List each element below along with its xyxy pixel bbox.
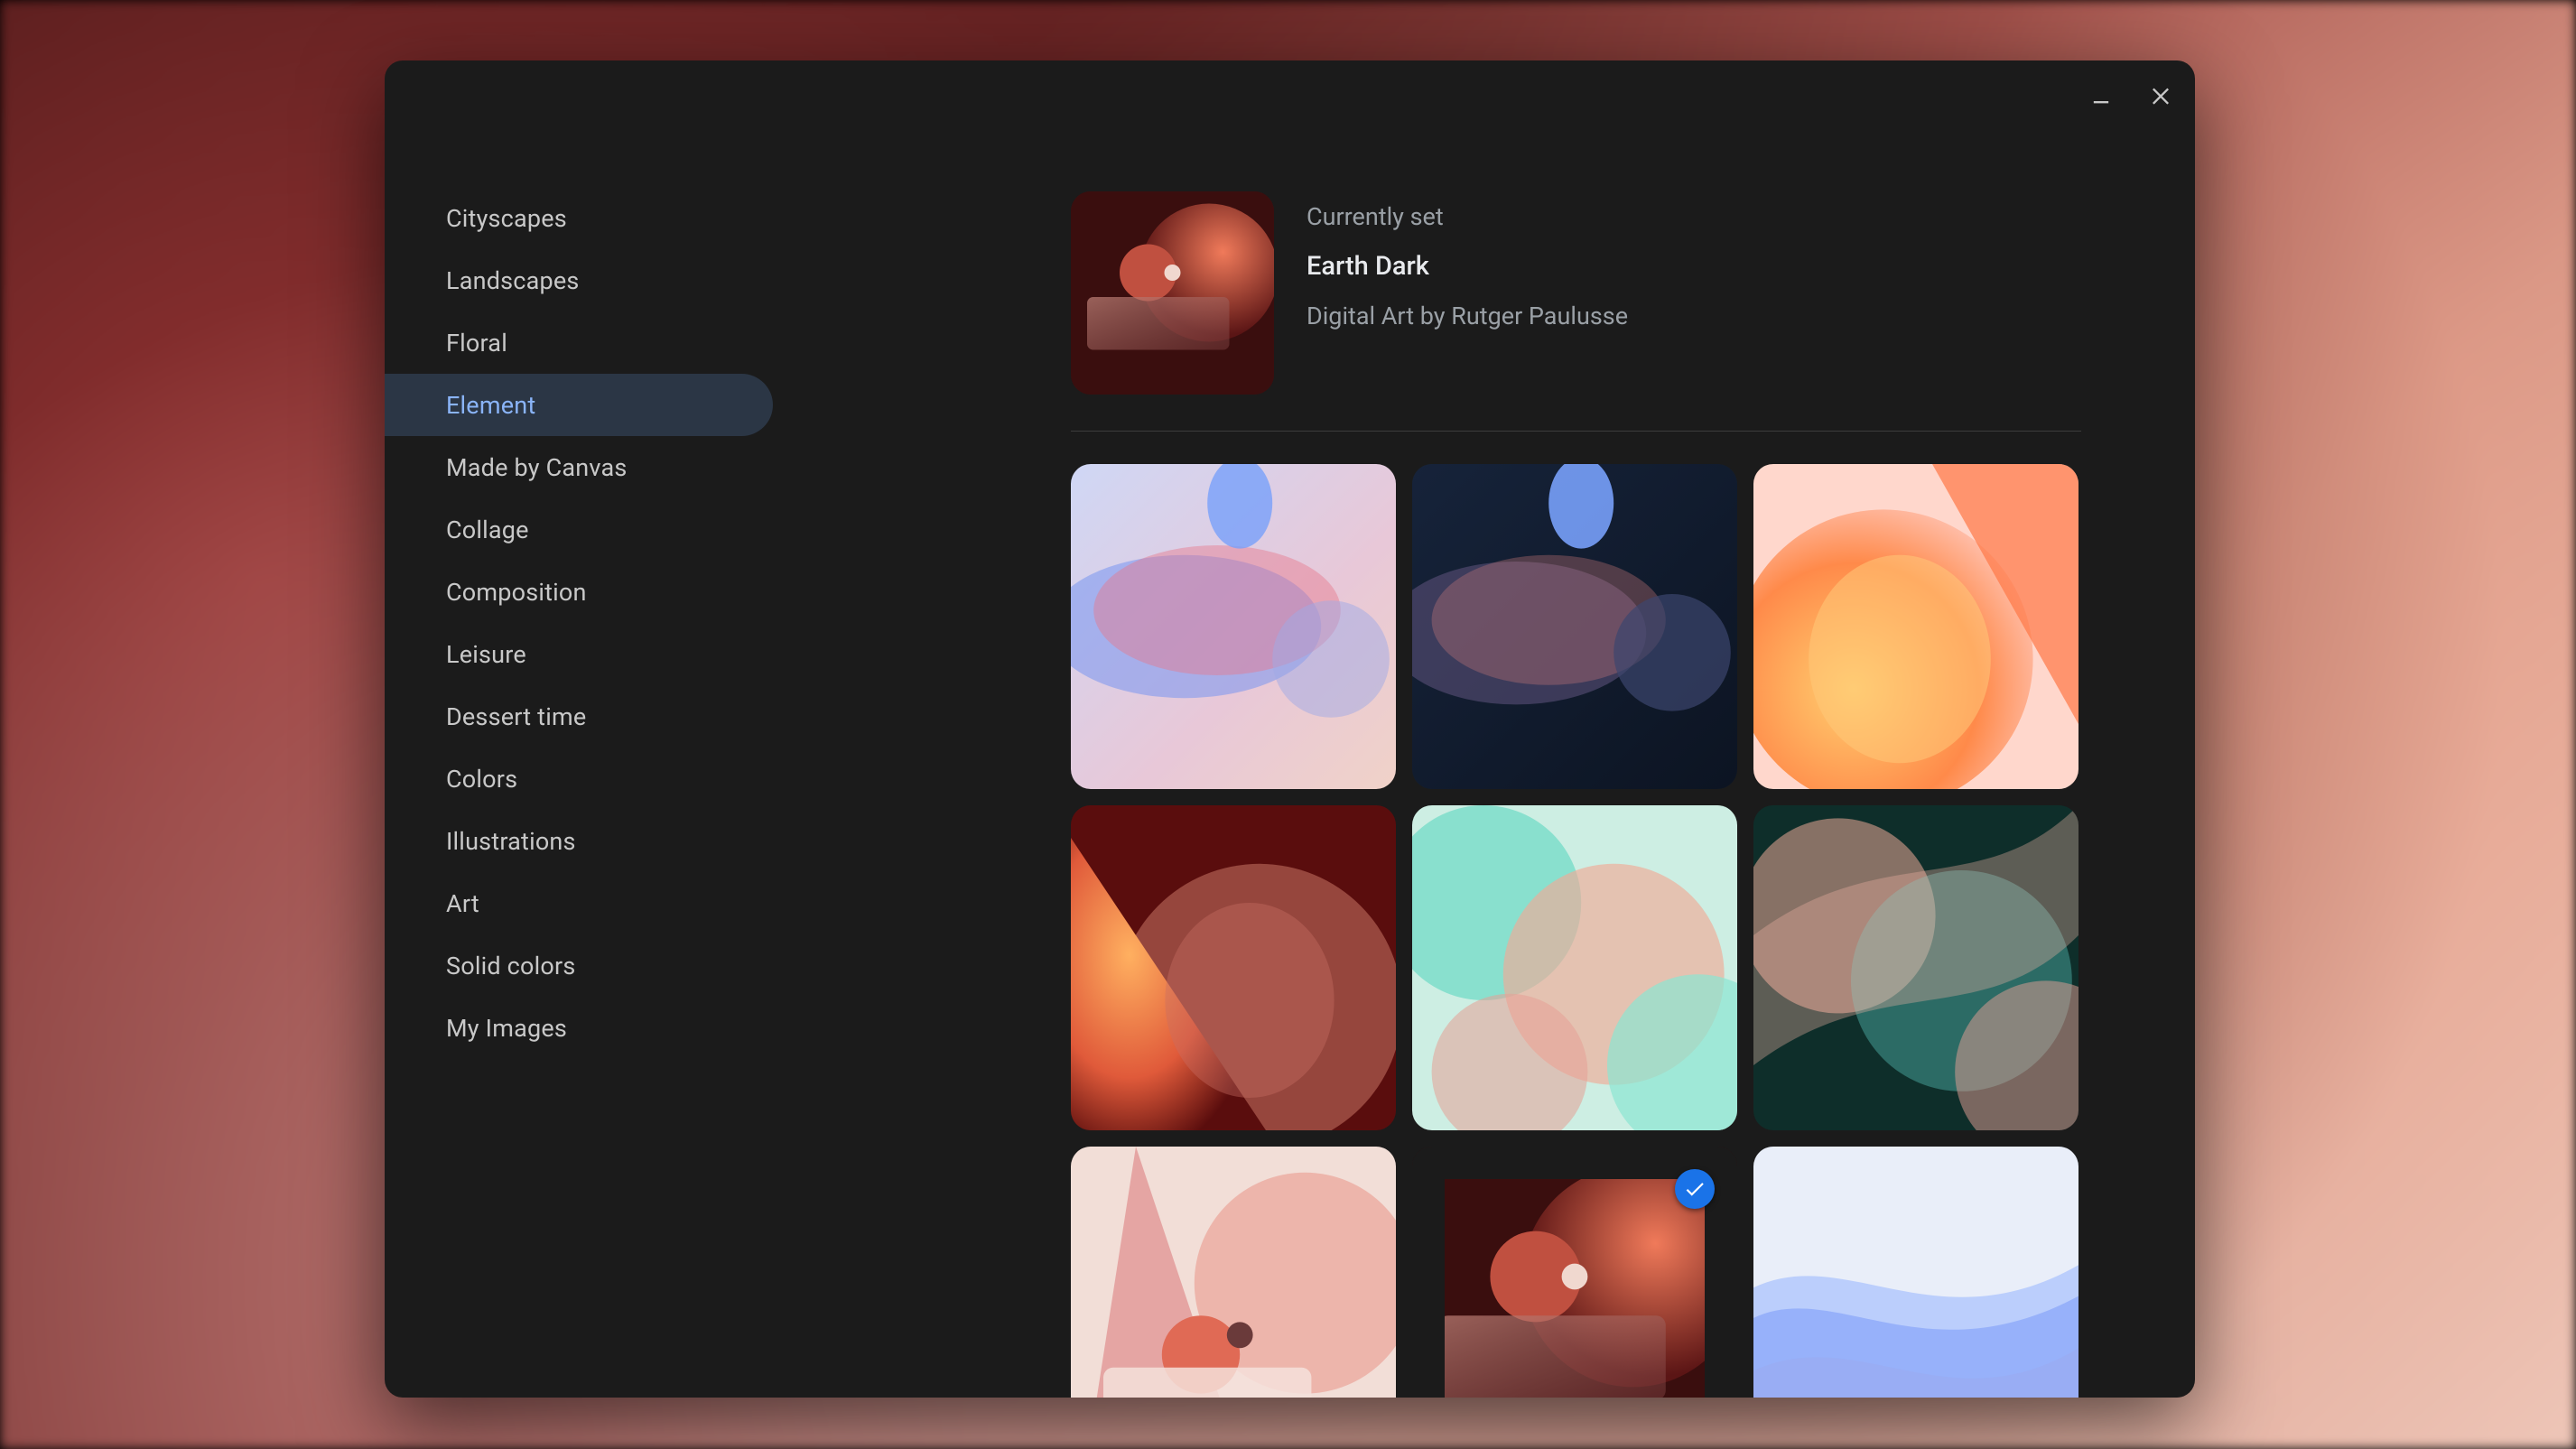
sidebar-item-label: Cityscapes — [446, 204, 567, 233]
window-titlebar — [2085, 79, 2177, 111]
currently-set-thumbnail — [1071, 191, 1274, 395]
sidebar-item-label: Element — [446, 391, 535, 420]
sidebar-item-leisure[interactable]: Leisure — [385, 623, 773, 685]
wallpaper-tile-water-light[interactable] — [1071, 464, 1396, 789]
sidebar-item-my-images[interactable]: My Images — [385, 997, 773, 1059]
sidebar-item-floral[interactable]: Floral — [385, 311, 773, 374]
sidebar-item-element[interactable]: Element — [385, 374, 773, 436]
sidebar-item-label: Collage — [446, 516, 529, 544]
category-sidebar: Cityscapes Landscapes Floral Element Made by… — [385, 60, 773, 1398]
check-icon — [1683, 1177, 1706, 1201]
minimize-button[interactable] — [2085, 79, 2117, 111]
sidebar-item-colors[interactable]: Colors — [385, 748, 773, 810]
main-panel: Currently set Earth Dark Digital Art by … — [1071, 191, 2081, 1398]
sidebar-item-label: Made by Canvas — [446, 453, 627, 482]
sidebar-item-art[interactable]: Art — [385, 872, 773, 934]
currently-set-subtitle: Digital Art by Rutger Paulusse — [1307, 302, 1628, 330]
currently-set-meta: Currently set Earth Dark Digital Art by … — [1307, 191, 1628, 330]
sidebar-item-label: Landscapes — [446, 266, 580, 295]
wallpaper-tile-wind-light[interactable] — [1412, 805, 1737, 1130]
sidebar-item-made-by-canvas[interactable]: Made by Canvas — [385, 436, 773, 498]
sidebar-item-label: Colors — [446, 765, 517, 794]
wallpaper-tile-air-light[interactable] — [1753, 1147, 2078, 1398]
sidebar-item-label: Illustrations — [446, 827, 576, 856]
sidebar-item-label: Solid colors — [446, 952, 575, 980]
currently-set-label: Currently set — [1307, 202, 1628, 231]
sidebar-item-composition[interactable]: Composition — [385, 561, 773, 623]
sidebar-item-illustrations[interactable]: Illustrations — [385, 810, 773, 872]
close-button[interactable] — [2144, 79, 2177, 111]
sidebar-item-landscapes[interactable]: Landscapes — [385, 249, 773, 311]
selected-badge — [1675, 1169, 1715, 1209]
wallpaper-tile-fire-dark[interactable] — [1071, 805, 1396, 1130]
sidebar-item-solid-colors[interactable]: Solid colors — [385, 934, 773, 997]
sidebar-item-label: Floral — [446, 329, 507, 358]
currently-set-title: Earth Dark — [1307, 251, 1628, 282]
minimize-icon — [2088, 82, 2114, 107]
sidebar-item-label: Dessert time — [446, 702, 586, 731]
divider — [1071, 431, 2081, 432]
wallpaper-tile-earth-dark[interactable] — [1412, 1147, 1737, 1398]
wallpaper-tile-earth-light[interactable] — [1071, 1147, 1396, 1398]
sidebar-item-collage[interactable]: Collage — [385, 498, 773, 561]
sidebar-item-label: Composition — [446, 578, 587, 607]
wallpaper-picker-window: Cityscapes Landscapes Floral Element Made by… — [385, 60, 2195, 1398]
close-icon — [2148, 82, 2173, 107]
currently-set-row: Currently set Earth Dark Digital Art by … — [1071, 191, 2081, 395]
wallpaper-tile-fire-light[interactable] — [1753, 464, 2078, 789]
sidebar-item-label: My Images — [446, 1014, 567, 1043]
sidebar-item-label: Leisure — [446, 640, 526, 669]
sidebar-item-cityscapes[interactable]: Cityscapes — [385, 187, 773, 249]
wallpaper-tile-water-dark[interactable] — [1412, 464, 1737, 789]
sidebar-item-dessert-time[interactable]: Dessert time — [385, 685, 773, 748]
wallpaper-tile-wind-dark[interactable] — [1753, 805, 2078, 1130]
sidebar-item-label: Art — [446, 889, 479, 918]
wallpaper-grid — [1071, 464, 2081, 1398]
